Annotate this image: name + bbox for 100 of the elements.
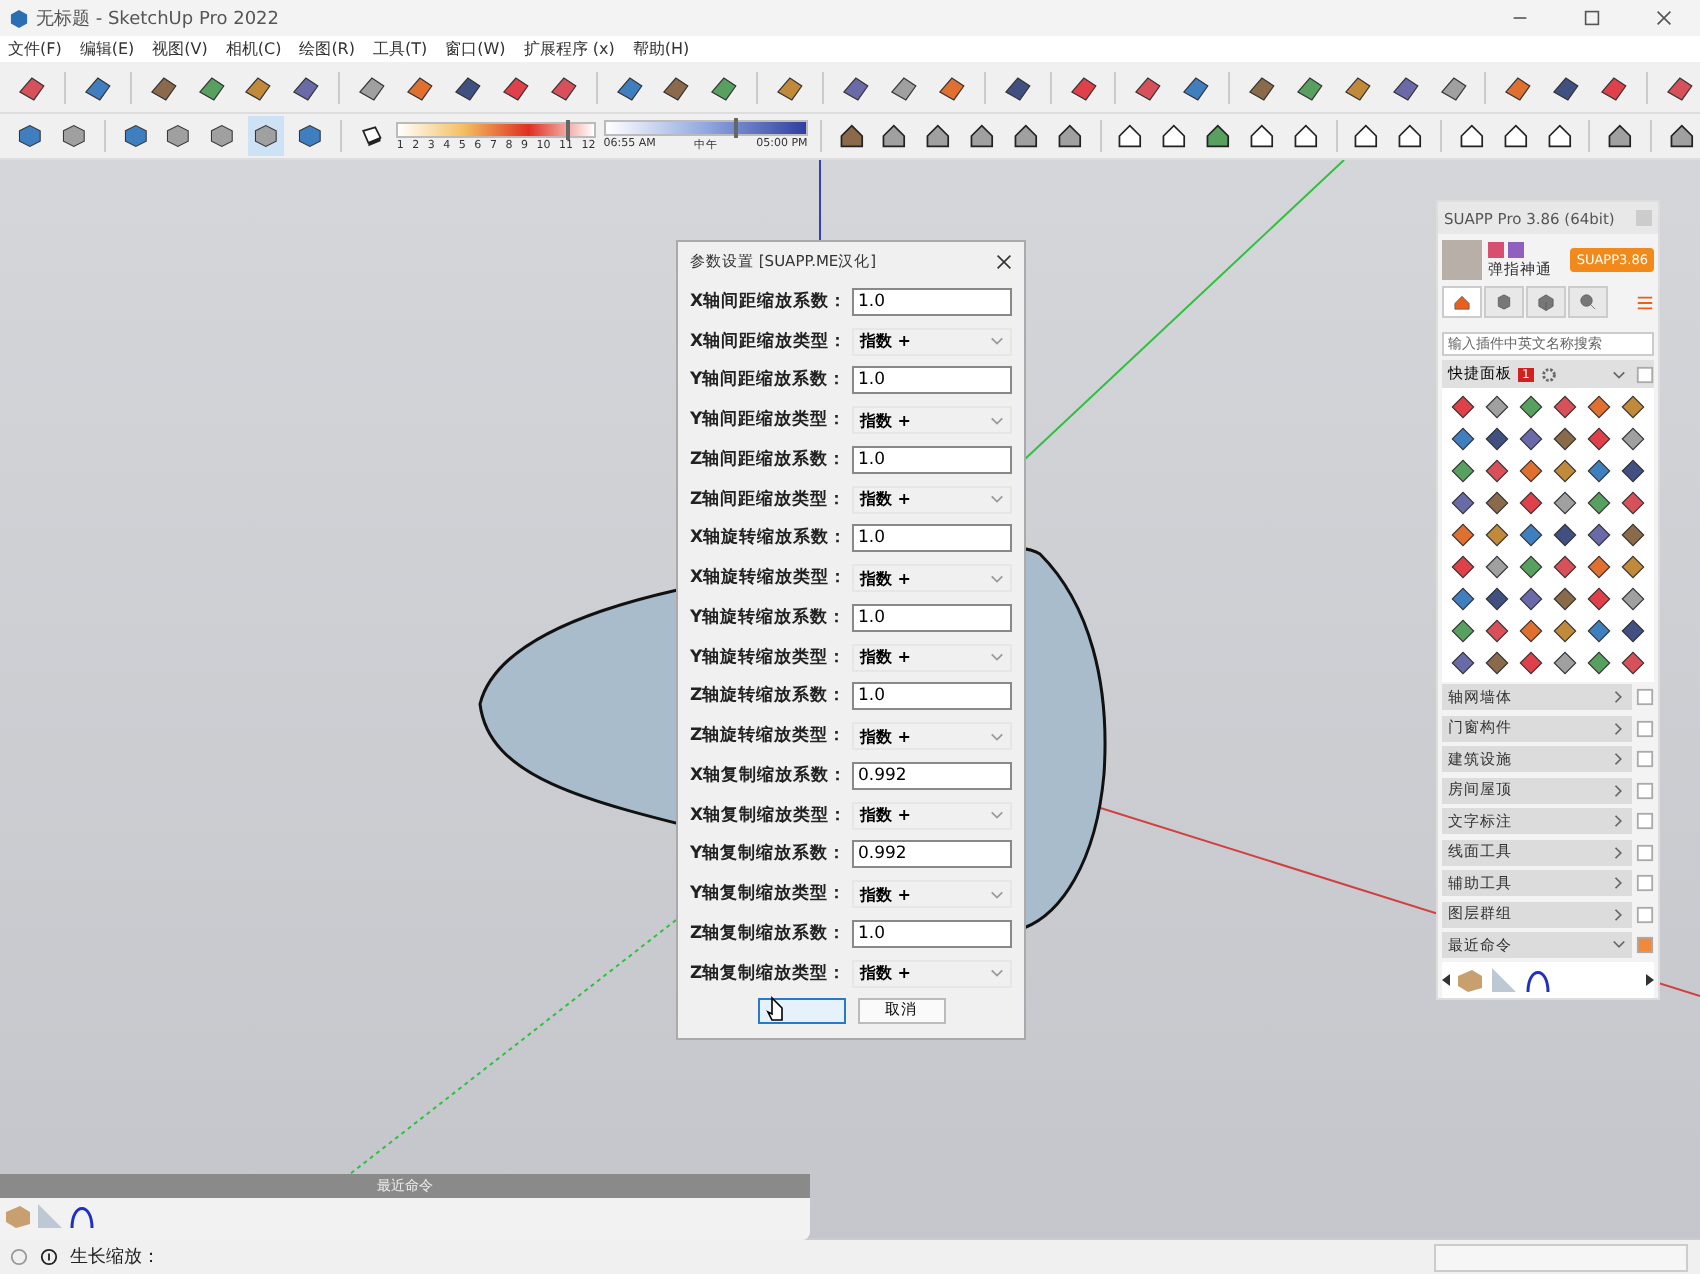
plugin-icon[interactable] — [1481, 488, 1511, 518]
left-arrow-icon[interactable] — [1442, 973, 1450, 985]
month-slider[interactable] — [396, 121, 596, 137]
plugin-icon[interactable] — [1515, 520, 1545, 550]
plugin-icon[interactable] — [1617, 552, 1647, 582]
menu-icon[interactable] — [1636, 293, 1654, 311]
plugin-icon[interactable] — [1583, 424, 1613, 454]
plugin-icon[interactable] — [1583, 616, 1613, 646]
plugin-icon[interactable] — [1617, 520, 1647, 550]
plugin-icon[interactable] — [1515, 648, 1545, 678]
arch-icon[interactable] — [1524, 965, 1552, 993]
menu-item[interactable]: 绘图(R) — [299, 38, 355, 60]
info-icon[interactable] — [40, 1248, 58, 1266]
time-slider[interactable] — [603, 120, 808, 136]
plugin-icon[interactable] — [1617, 616, 1647, 646]
menu-item[interactable]: 窗口(W) — [445, 38, 506, 60]
maximize-icon[interactable] — [1584, 10, 1600, 26]
plugin-icon[interactable] — [1583, 456, 1613, 486]
plugin-icon[interactable] — [1481, 552, 1511, 582]
plugin-icon[interactable] — [1549, 552, 1579, 582]
input-field[interactable]: 1.0 — [852, 682, 1012, 711]
plugin-icon[interactable] — [1447, 424, 1477, 454]
arch-icon[interactable] — [68, 1202, 96, 1230]
plugin-icon[interactable] — [1515, 552, 1545, 582]
plugin-icon[interactable] — [1447, 392, 1477, 422]
plugin-icon[interactable] — [1447, 616, 1477, 646]
plugin-icon[interactable] — [1583, 392, 1613, 422]
dropdown[interactable]: 指数 + — [852, 959, 1012, 988]
plugin-icon[interactable] — [1549, 488, 1579, 518]
panel-tab[interactable] — [1484, 286, 1524, 318]
settings-icon[interactable] — [1539, 365, 1558, 383]
caret-icon[interactable] — [1612, 369, 1626, 379]
menu-item[interactable]: 文件(F) — [8, 38, 62, 60]
input-field[interactable]: 1.0 — [852, 603, 1012, 632]
plugin-icon[interactable] — [1617, 424, 1647, 454]
menu-item[interactable]: 视图(V) — [152, 38, 208, 60]
input-field[interactable]: 1.0 — [852, 524, 1012, 553]
plugin-icon[interactable] — [1549, 648, 1579, 678]
plugin-icon[interactable] — [1549, 584, 1579, 614]
plugin-icon[interactable] — [1549, 616, 1579, 646]
plugin-icon[interactable] — [1481, 584, 1511, 614]
plugin-icon[interactable] — [1583, 648, 1613, 678]
plugin-icon[interactable] — [1481, 392, 1511, 422]
plugin-icon[interactable] — [1481, 424, 1511, 454]
dropdown[interactable]: 指数 + — [852, 722, 1012, 751]
dialog-button[interactable] — [757, 997, 845, 1023]
plugin-icon[interactable] — [1549, 456, 1579, 486]
plugin-icon[interactable] — [1447, 584, 1477, 614]
input-field[interactable]: 0.992 — [852, 761, 1012, 790]
plugin-icon[interactable] — [1549, 392, 1579, 422]
dropdown[interactable]: 指数 + — [852, 801, 1012, 830]
menu-item[interactable]: 扩展程序 (x) — [523, 38, 615, 60]
dropdown[interactable]: 指数 + — [852, 643, 1012, 672]
plugin-icon[interactable] — [1515, 488, 1545, 518]
plugin-icon[interactable] — [1549, 520, 1579, 550]
dropdown[interactable]: 指数 + — [852, 327, 1012, 356]
plugin-icon[interactable] — [1515, 392, 1545, 422]
panel-tab[interactable] — [1442, 286, 1482, 318]
cube-icon[interactable] — [248, 116, 284, 156]
plugin-icon[interactable] — [1583, 552, 1613, 582]
input-field[interactable]: 1.0 — [852, 287, 1012, 316]
dropdown[interactable]: 指数 + — [852, 880, 1012, 909]
menu-item[interactable]: 相机(C) — [225, 38, 282, 60]
menu-item[interactable]: 工具(T) — [373, 38, 428, 60]
plugin-icon[interactable] — [1617, 392, 1647, 422]
input-field[interactable]: 1.0 — [852, 366, 1012, 395]
plugin-icon[interactable] — [1481, 616, 1511, 646]
plugin-icon[interactable] — [1481, 520, 1511, 550]
input-field[interactable]: 1.0 — [852, 919, 1012, 948]
input-field[interactable]: 1.0 — [852, 445, 1012, 474]
plugin-icon[interactable] — [1481, 456, 1511, 486]
plugin-icon[interactable] — [1617, 456, 1647, 486]
plugin-icon[interactable] — [1583, 488, 1613, 518]
dropdown[interactable]: 指数 + — [852, 406, 1012, 435]
plugin-icon[interactable] — [1447, 456, 1477, 486]
menu-item[interactable]: 帮助(H) — [632, 38, 690, 60]
plugin-icon[interactable] — [1617, 488, 1647, 518]
slider-thumb[interactable] — [566, 119, 571, 139]
plugin-icon[interactable] — [1447, 552, 1477, 582]
plugin-icon[interactable] — [1617, 648, 1647, 678]
dropdown[interactable]: 指数 + — [852, 485, 1012, 514]
plugin-icon[interactable] — [1617, 584, 1647, 614]
input-field[interactable]: 0.992 — [852, 840, 1012, 869]
plugin-icon[interactable] — [1447, 648, 1477, 678]
plugin-icon[interactable] — [1447, 520, 1477, 550]
dropdown[interactable]: 指数 + — [852, 564, 1012, 593]
plugin-icon[interactable] — [1481, 648, 1511, 678]
slider-thumb[interactable] — [733, 118, 738, 138]
right-arrow-icon[interactable] — [1646, 973, 1654, 985]
plugin-icon[interactable] — [1515, 456, 1545, 486]
plugin-icon[interactable] — [1583, 520, 1613, 550]
plugin-icon[interactable] — [1515, 584, 1545, 614]
plugin-icon[interactable] — [1549, 424, 1579, 454]
panel-tab[interactable] — [1526, 286, 1566, 318]
measurement-field[interactable] — [1434, 1243, 1688, 1271]
plugin-icon[interactable] — [1515, 424, 1545, 454]
panel-tab[interactable] — [1568, 286, 1608, 318]
menu-item[interactable]: 编辑(E) — [79, 38, 135, 60]
plugin-icon[interactable] — [1447, 488, 1477, 518]
plugin-icon[interactable] — [1515, 616, 1545, 646]
